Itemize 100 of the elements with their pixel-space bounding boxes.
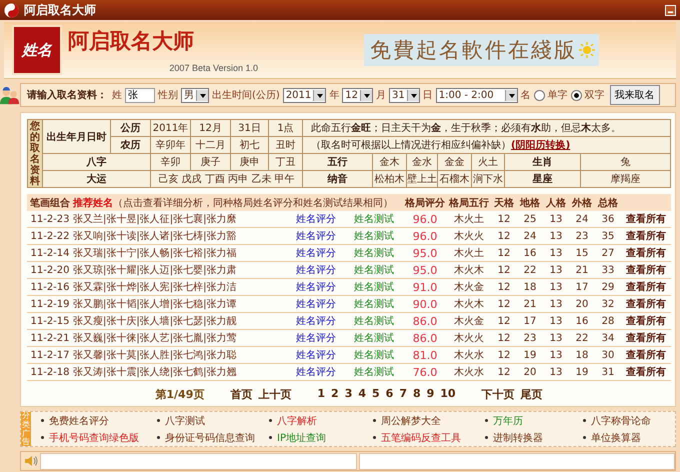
name-list[interactable]: 张又霖|张十烨|张人宪|张七梓|张力洁 <box>73 282 236 293</box>
ad-link[interactable]: 单位换算器 <box>583 430 675 444</box>
test-link[interactable]: 姓名测试 <box>354 367 394 378</box>
test-link[interactable]: 姓名测试 <box>354 350 394 361</box>
version-label: 2007 Beta Version 1.0 <box>169 63 258 73</box>
table-cell: 涧下水 <box>472 170 504 188</box>
table-cell: 初七 <box>230 136 268 154</box>
view-all-link[interactable]: 查看所有 <box>626 282 666 293</box>
name-list[interactable]: 张又巍|张十徕|张人艺|张七胤|张力莺 <box>73 333 236 344</box>
ad-link[interactable]: 八字解析 <box>269 414 373 428</box>
score-link[interactable]: 姓名评分 <box>296 265 336 276</box>
hour-select[interactable]: 1:00 - 2:00 <box>436 88 518 102</box>
name-list[interactable]: 张又瘦|张十庆|张人墙|张七瑟|张力靓 <box>73 316 236 327</box>
generate-button[interactable]: 我来取名 <box>610 85 660 105</box>
ad-link[interactable]: 进制转换器 <box>485 430 583 444</box>
name-list[interactable]: 张又响|张十读|张人诸|张七梼|张力豁 <box>73 231 236 242</box>
day-select[interactable]: 31 <box>389 88 420 102</box>
name-list[interactable]: 张又瑞|张十宁|张人畅|张七裕|张力福 <box>73 248 236 259</box>
name-list[interactable]: 张又馨|张十莫|张人胜|张七鸿|张力聪 <box>73 350 236 361</box>
view-all-link[interactable]: 查看所有 <box>626 265 666 276</box>
view-all-link[interactable]: 查看所有 <box>626 299 666 310</box>
test-link[interactable]: 姓名测试 <box>354 248 394 259</box>
ad-link[interactable]: 手机号码查询绿色版 <box>41 430 157 444</box>
score-link[interactable]: 姓名评分 <box>296 367 336 378</box>
view-all-link[interactable]: 查看所有 <box>626 367 666 378</box>
ad-link[interactable]: 身份证号码信息查询 <box>157 430 269 444</box>
view-all-link[interactable]: 查看所有 <box>626 214 666 225</box>
table-cell: 22 <box>517 262 544 278</box>
page-link[interactable]: 9 <box>426 387 434 402</box>
ad-link[interactable]: 八字测试 <box>157 414 269 428</box>
table-header: 八字 <box>42 154 150 170</box>
radio-button[interactable] <box>534 90 545 100</box>
ad-link[interactable]: 周公解梦大全 <box>373 414 485 428</box>
view-all-link[interactable]: 查看所有 <box>626 231 666 242</box>
score-link[interactable]: 姓名评分 <box>296 231 336 242</box>
gender-select[interactable]: 男 <box>181 88 209 102</box>
page-link[interactable]: 4 <box>358 387 366 402</box>
table-cell: 13 <box>543 330 570 346</box>
page-link[interactable]: 8 <box>412 387 421 402</box>
page-link[interactable]: 2 <box>331 387 339 402</box>
page-link[interactable]: 10 <box>440 387 456 402</box>
view-all-link[interactable]: 查看所有 <box>626 350 666 361</box>
page-link[interactable]: 1 <box>317 387 326 402</box>
name-list[interactable]: 张又琼|张十耀|张人迈|张七婴|张力肃 <box>73 265 236 276</box>
table-cell: 金木 <box>372 154 406 170</box>
month-select[interactable]: 12 <box>342 88 373 102</box>
test-link[interactable]: 姓名测试 <box>354 214 394 225</box>
test-link[interactable]: 姓名测试 <box>354 265 394 276</box>
page-link[interactable]: 5 <box>372 387 380 402</box>
table-cell: 木火土 <box>447 244 492 262</box>
last-page-link[interactable]: 尾页 <box>520 387 543 402</box>
table-cell: 25 <box>517 211 544 228</box>
score-link[interactable]: 姓名评分 <box>296 316 336 327</box>
radio-button[interactable] <box>570 90 582 100</box>
table-cell: 13 <box>543 244 570 262</box>
score-link[interactable]: 姓名评分 <box>296 282 336 293</box>
view-all-link[interactable]: 查看所有 <box>626 248 666 259</box>
view-all-link[interactable]: 查看所有 <box>626 333 666 344</box>
name-list[interactable]: 张又鹏|张十韬|张人增|张七稳|张力谭 <box>73 299 236 310</box>
score-link[interactable]: 姓名评分 <box>296 350 336 361</box>
score-link[interactable]: 姓名评分 <box>296 299 336 310</box>
test-link[interactable]: 姓名测试 <box>354 231 394 242</box>
score-link[interactable]: 姓名评分 <box>296 248 336 259</box>
table-cell: 22 <box>569 330 596 346</box>
view-all-link[interactable]: 查看所有 <box>626 316 666 327</box>
table-cell: 11-2-21 <box>27 330 73 346</box>
year-select[interactable]: 2011 <box>282 88 326 102</box>
name-list[interactable]: 张又兰|张十昱|张人征|张七襄|张力縻 <box>73 214 236 225</box>
minimize-button[interactable] <box>665 4 676 16</box>
calendar-convert-link[interactable]: (阴阳历转换) <box>511 140 570 151</box>
page-link[interactable]: 6 <box>386 387 394 402</box>
test-link[interactable]: 姓名测试 <box>354 316 394 327</box>
app-logo: 姓名 <box>12 25 62 75</box>
table-cell: 96.0 <box>403 211 448 228</box>
test-link[interactable]: 姓名测试 <box>354 299 394 310</box>
table-cell: 11-2-19 <box>27 296 73 312</box>
table-cell: 木火土 <box>447 211 492 228</box>
table-cell: 86.0 <box>403 330 448 346</box>
ad-link[interactable]: 五笔编码反查工具 <box>373 430 485 444</box>
score-link[interactable]: 姓名评分 <box>296 333 336 344</box>
ad-link[interactable]: 八字称骨论命 <box>583 414 675 428</box>
page-link[interactable]: 3 <box>344 387 352 402</box>
first-page-link[interactable]: 首页 <box>230 387 252 402</box>
next-pages-link[interactable]: 下十页 <box>482 387 515 402</box>
table-cell: 木火木 <box>447 296 492 312</box>
page-link[interactable]: 7 <box>399 387 407 402</box>
table-cell: 13 <box>543 312 570 330</box>
ad-link[interactable]: IP地址查询 <box>269 430 373 444</box>
score-link[interactable]: 姓名评分 <box>296 214 336 225</box>
field-label: 性别 <box>158 88 178 102</box>
page-status: 第1/49页 <box>155 387 204 402</box>
test-link[interactable]: 姓名测试 <box>354 282 394 293</box>
surname-field[interactable]: 张 <box>125 88 155 102</box>
test-link[interactable]: 姓名测试 <box>354 333 394 344</box>
radio-label: 双字 <box>584 88 605 102</box>
prev-pages-link[interactable]: 上十页 <box>258 387 292 402</box>
name-list[interactable]: 张又涛|张十震|张人绕|张七鹤|张力翘 <box>73 367 236 378</box>
ad-link[interactable]: 万年历 <box>485 414 583 428</box>
table-cell: 11-2-16 <box>27 278 73 296</box>
ad-link[interactable]: 免费姓名评分 <box>41 414 157 428</box>
